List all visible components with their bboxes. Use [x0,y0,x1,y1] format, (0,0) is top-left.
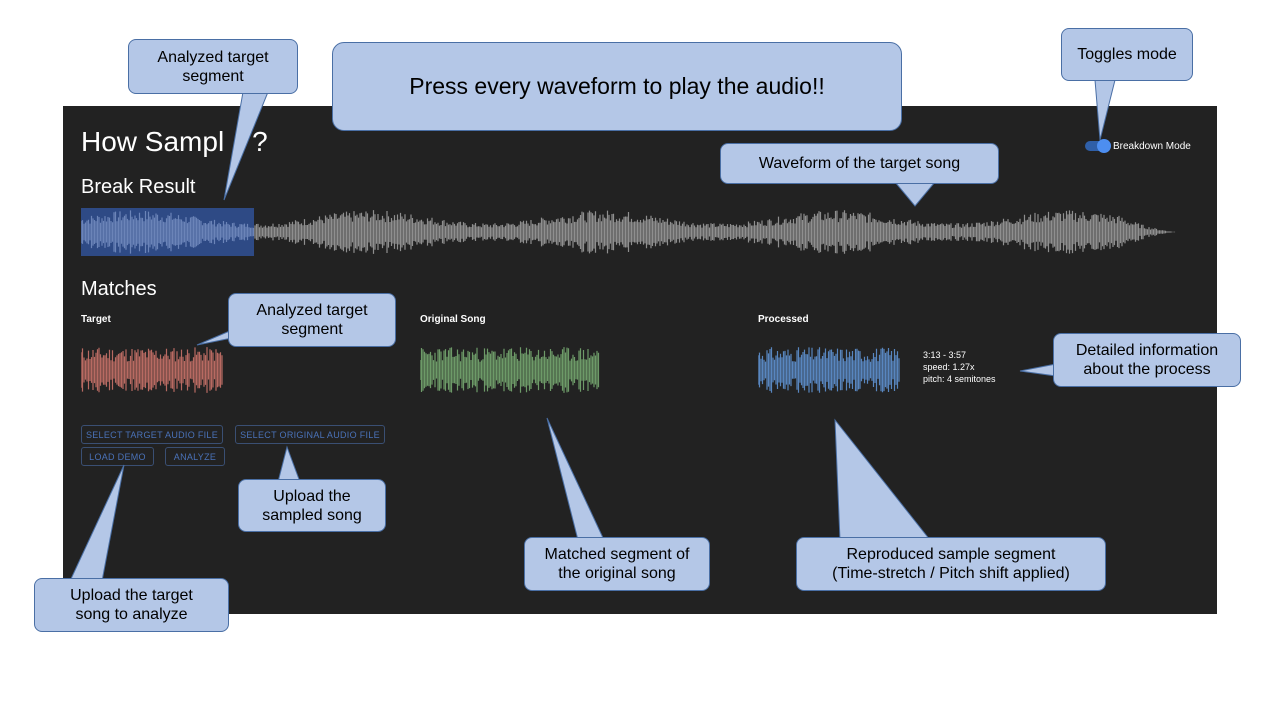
callout-line: (Time-stretch / Pitch shift applied) [832,565,1070,582]
callout-line: Press every waveform to play the audio!! [409,73,825,99]
pointer-upload-sampled [277,445,301,483]
callout-line: Toggles mode [1077,46,1177,63]
callout-line: Detailed information [1075,342,1219,359]
callout-line: segment [182,67,244,85]
callout-line: Waveform of the target song [758,155,961,172]
callout-line: Upload the target [70,587,193,604]
callout-line: Matched segment of [544,546,690,563]
callout-detailed-information: Detailed information about the process [1053,333,1241,387]
callout-line: Analyzed target [256,302,368,319]
pointer-upload-target [69,464,125,582]
pointer-matched-segment [546,417,605,541]
pointer-analyzed-target-top [223,91,269,201]
callout-line: Upload the [273,487,351,505]
callout-line: the original song [558,565,676,582]
callout-press-every-waveform: Press every waveform to play the audio!! [332,42,902,131]
pointer-analyzed-target-mid [196,329,233,346]
callout-line: sampled song [262,506,362,524]
callout-line: segment [281,321,343,338]
callout-matched-segment: Matched segment of the original song [524,537,710,591]
callout-line: Reproduced sample segment [846,546,1056,563]
callout-line: Analyzed target [157,48,269,66]
callout-reproduced-sample: Reproduced sample segment (Time-stretch /… [796,537,1106,591]
callout-upload-target-song: Upload the target song to analyze [34,578,229,632]
pointer-detailed-info [1019,363,1057,377]
pointer-waveform-target [893,181,937,207]
callout-analyzed-target-top: Analyzed target segment [128,39,298,94]
callout-waveform-target-song: Waveform of the target song [720,143,999,184]
callout-line: about the process [1083,361,1211,378]
callout-upload-sampled-song: Upload the sampled song [238,479,386,532]
callout-toggles-mode: Toggles mode [1061,28,1193,81]
callout-line: song to analyze [75,606,188,623]
pointer-toggles-mode [1094,79,1116,141]
pointer-reproduced [834,418,932,541]
callout-analyzed-target-mid: Analyzed target segment [228,293,396,347]
